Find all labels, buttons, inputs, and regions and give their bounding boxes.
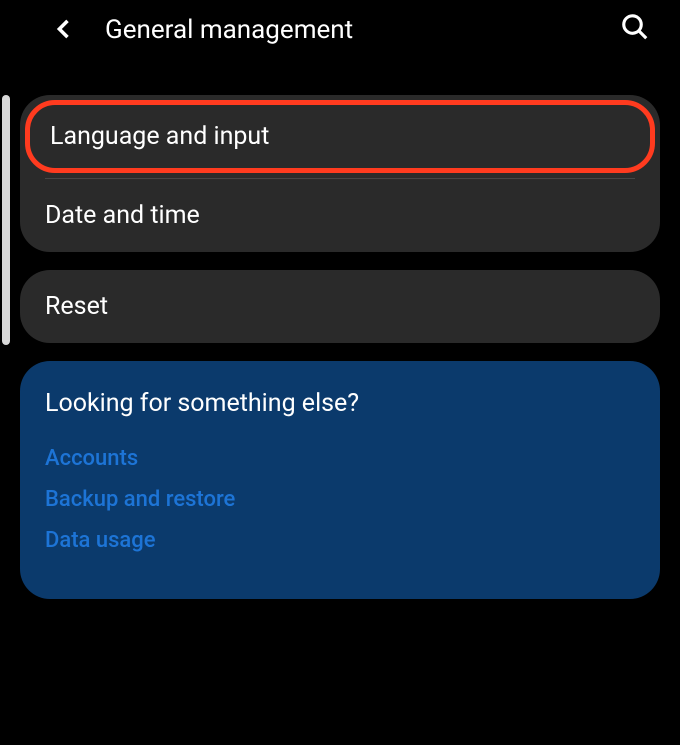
search-icon[interactable] — [620, 12, 650, 42]
scroll-indicator[interactable] — [2, 95, 10, 345]
date-and-time-item[interactable]: Date and time — [20, 179, 660, 252]
data-usage-link[interactable]: Data usage — [45, 528, 635, 553]
reset-item[interactable]: Reset — [20, 270, 660, 343]
suggestion-title: Looking for something else? — [45, 389, 635, 418]
header: General management — [0, 0, 680, 60]
content: Language and input Date and time Reset L… — [0, 60, 680, 599]
backup-restore-link[interactable]: Backup and restore — [45, 487, 635, 512]
settings-card: Language and input Date and time — [20, 95, 660, 252]
accounts-link[interactable]: Accounts — [45, 446, 635, 471]
settings-card: Reset — [20, 270, 660, 343]
back-icon[interactable] — [50, 15, 78, 43]
language-and-input-item[interactable]: Language and input — [25, 100, 655, 173]
suggestion-card: Looking for something else? Accounts Bac… — [20, 361, 660, 599]
page-title: General management — [105, 15, 353, 45]
